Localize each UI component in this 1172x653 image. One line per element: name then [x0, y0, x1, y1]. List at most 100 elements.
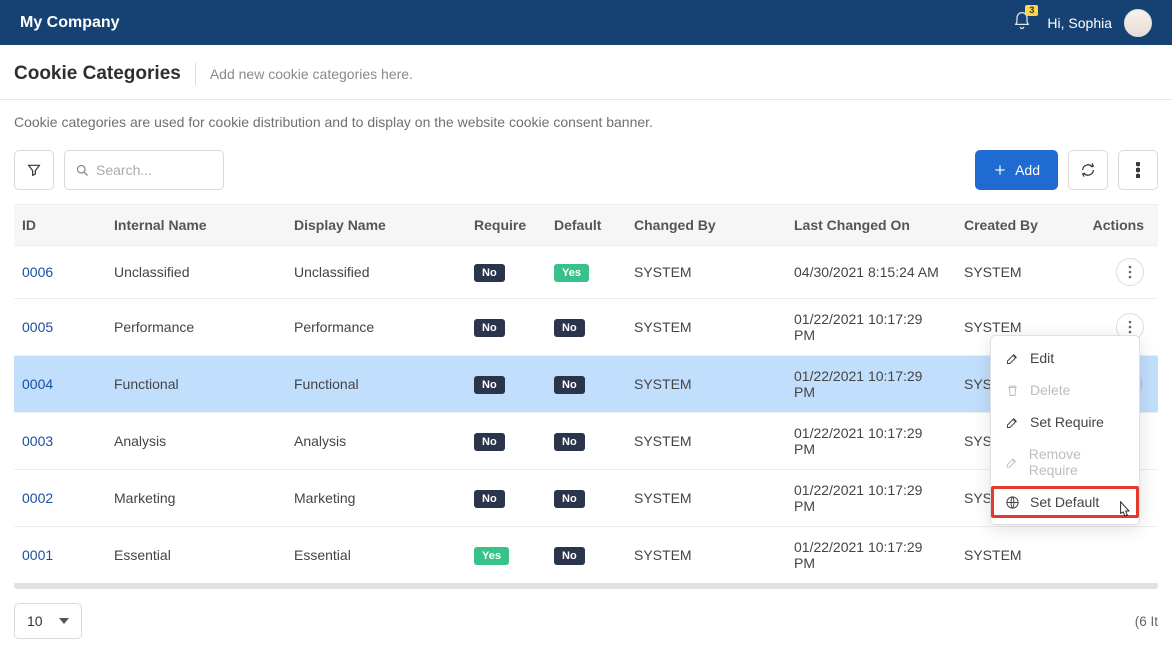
- cell-last-changed: 04/30/2021 8:15:24 AM: [784, 246, 954, 299]
- more-vertical-icon: [1128, 320, 1132, 334]
- cell-changed-by: SYSTEM: [624, 470, 784, 527]
- search-icon: [75, 163, 90, 178]
- table-row[interactable]: 0005PerformancePerformanceNoNoSYSTEM01/2…: [14, 299, 1158, 356]
- page-description: Cookie categories are used for cookie di…: [14, 114, 1158, 130]
- search-box[interactable]: [64, 150, 224, 190]
- menu-set-require[interactable]: Set Require: [991, 406, 1139, 438]
- table-row[interactable]: 0004FunctionalFunctionalNoNoSYSTEM01/22/…: [14, 356, 1158, 413]
- cell-id[interactable]: 0003: [14, 413, 104, 470]
- caret-down-icon: [59, 616, 69, 626]
- table-row[interactable]: 0006UnclassifiedUnclassifiedNoYesSYSTEM0…: [14, 246, 1158, 299]
- cell-last-changed: 01/22/2021 10:17:29 PM: [784, 299, 954, 356]
- cell-internal: Marketing: [104, 470, 284, 527]
- edit-icon: [1005, 455, 1019, 470]
- cell-changed-by: SYSTEM: [624, 413, 784, 470]
- cell-actions: [1083, 246, 1158, 299]
- cell-id[interactable]: 0004: [14, 356, 104, 413]
- menu-set-default-label: Set Default: [1030, 494, 1099, 510]
- cell-default: Yes: [544, 246, 624, 299]
- menu-edit-label: Edit: [1030, 350, 1054, 366]
- cell-changed-by: SYSTEM: [624, 356, 784, 413]
- col-changed-by[interactable]: Changed By: [624, 205, 784, 246]
- menu-edit[interactable]: Edit: [991, 342, 1139, 374]
- col-internal[interactable]: Internal Name: [104, 205, 284, 246]
- notifications-button[interactable]: 3: [1012, 11, 1032, 34]
- more-vertical-icon: [1136, 162, 1140, 178]
- cell-changed-by: SYSTEM: [624, 299, 784, 356]
- cursor-pointer-indicator: [1114, 500, 1134, 525]
- cell-require: No: [464, 413, 544, 470]
- cell-display: Functional: [284, 356, 464, 413]
- edit-icon: [1005, 415, 1020, 430]
- cell-display: Analysis: [284, 413, 464, 470]
- page-size-select[interactable]: 10: [14, 603, 82, 639]
- cell-last-changed: 01/22/2021 10:17:29 PM: [784, 356, 954, 413]
- more-button[interactable]: [1118, 150, 1158, 190]
- col-id[interactable]: ID: [14, 205, 104, 246]
- table-row[interactable]: 0001EssentialEssentialYesNoSYSTEM01/22/2…: [14, 527, 1158, 584]
- search-input[interactable]: [96, 162, 196, 178]
- plus-icon: [993, 163, 1007, 177]
- col-created-by[interactable]: Created By: [954, 205, 1083, 246]
- filter-button[interactable]: [14, 150, 54, 190]
- cell-require: No: [464, 356, 544, 413]
- cell-display: Marketing: [284, 470, 464, 527]
- col-default[interactable]: Default: [544, 205, 624, 246]
- page-title: Cookie Categories: [14, 63, 196, 85]
- notification-badge: 3: [1025, 5, 1038, 16]
- cell-internal: Analysis: [104, 413, 284, 470]
- menu-set-require-label: Set Require: [1030, 414, 1104, 430]
- user-greeting: Hi, Sophia: [1047, 15, 1112, 31]
- item-count: (6 It: [1135, 614, 1158, 629]
- more-vertical-icon: [1128, 265, 1132, 279]
- menu-delete-label: Delete: [1030, 382, 1070, 398]
- table-header-row: ID Internal Name Display Name Require De…: [14, 205, 1158, 246]
- add-button[interactable]: Add: [975, 150, 1058, 190]
- cell-default: No: [544, 299, 624, 356]
- categories-table: ID Internal Name Display Name Require De…: [14, 204, 1158, 584]
- cell-default: No: [544, 470, 624, 527]
- cell-last-changed: 01/22/2021 10:17:29 PM: [784, 470, 954, 527]
- cell-id[interactable]: 0002: [14, 470, 104, 527]
- cell-require: No: [464, 470, 544, 527]
- cell-created-by: SYSTEM: [954, 527, 1083, 584]
- col-actions: Actions: [1083, 205, 1158, 246]
- page-header: Cookie Categories Add new cookie categor…: [0, 45, 1172, 100]
- top-bar: My Company 3 Hi, Sophia: [0, 0, 1172, 45]
- page-size-value: 10: [27, 613, 43, 629]
- edit-icon: [1005, 351, 1020, 366]
- cell-default: No: [544, 356, 624, 413]
- cell-last-changed: 01/22/2021 10:17:29 PM: [784, 527, 954, 584]
- page-subtitle: Add new cookie categories here.: [210, 66, 413, 82]
- cell-id[interactable]: 0006: [14, 246, 104, 299]
- row-actions-button[interactable]: [1116, 258, 1144, 286]
- cell-require: No: [464, 246, 544, 299]
- filter-icon: [26, 162, 42, 178]
- table-row[interactable]: 0003AnalysisAnalysisNoNoSYSTEM01/22/2021…: [14, 413, 1158, 470]
- toolbar: Add: [14, 150, 1158, 190]
- cell-display: Essential: [284, 527, 464, 584]
- horizontal-scrollbar[interactable]: [14, 583, 1158, 589]
- avatar[interactable]: [1124, 9, 1152, 37]
- cell-id[interactable]: 0005: [14, 299, 104, 356]
- cell-actions: [1083, 527, 1158, 584]
- cell-created-by: SYSTEM: [954, 246, 1083, 299]
- col-last-changed[interactable]: Last Changed On: [784, 205, 954, 246]
- cell-display: Unclassified: [284, 246, 464, 299]
- cell-changed-by: SYSTEM: [624, 527, 784, 584]
- cell-require: No: [464, 299, 544, 356]
- globe-icon: [1005, 495, 1020, 510]
- add-button-label: Add: [1015, 162, 1040, 178]
- cell-changed-by: SYSTEM: [624, 246, 784, 299]
- menu-remove-require: Remove Require: [991, 438, 1139, 486]
- col-display[interactable]: Display Name: [284, 205, 464, 246]
- col-require[interactable]: Require: [464, 205, 544, 246]
- cell-require: Yes: [464, 527, 544, 584]
- table-footer: 10 (6 It: [14, 603, 1158, 639]
- refresh-button[interactable]: [1068, 150, 1108, 190]
- table-row[interactable]: 0002MarketingMarketingNoNoSYSTEM01/22/20…: [14, 470, 1158, 527]
- cell-internal: Performance: [104, 299, 284, 356]
- row-context-menu: Edit Delete Set Require Remove Require S…: [990, 335, 1140, 525]
- cell-id[interactable]: 0001: [14, 527, 104, 584]
- cell-default: No: [544, 413, 624, 470]
